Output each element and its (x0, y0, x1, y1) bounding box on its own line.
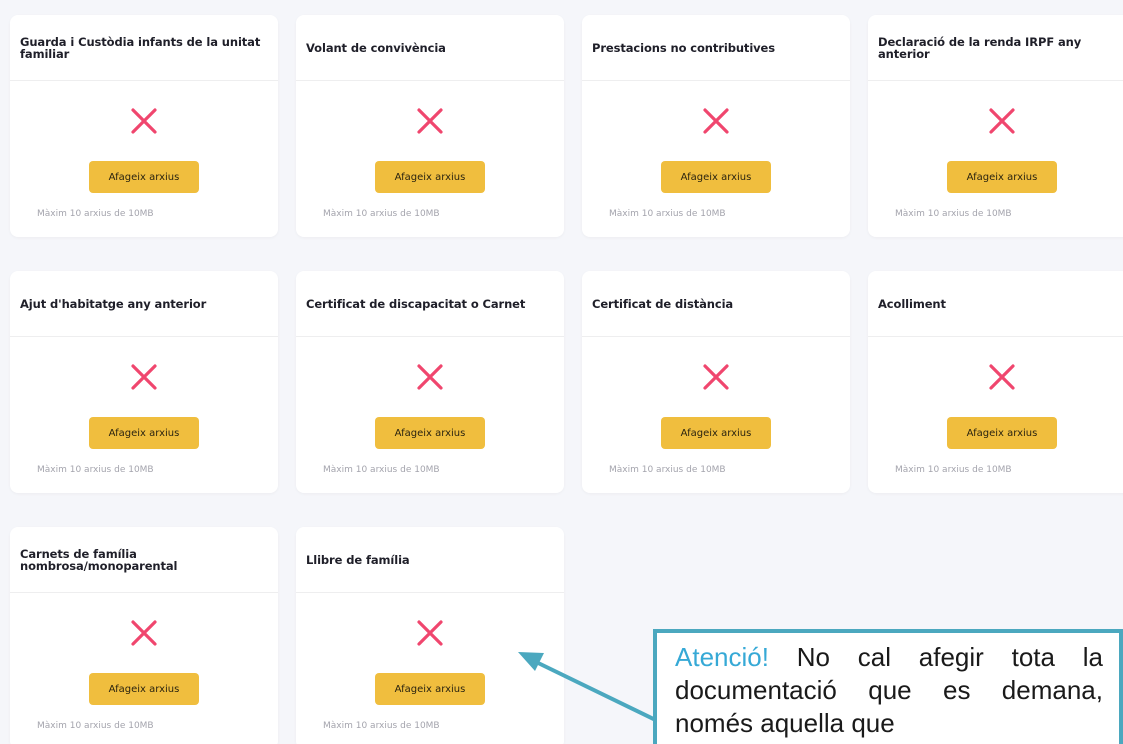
file-limit-text: Màxim 10 arxius de 10MB (37, 465, 154, 475)
card-header: Acolliment (868, 271, 1123, 337)
x-mark-icon (131, 364, 157, 390)
document-card-acolliment: Acolliment Afageix arxius Màxim 10 arxiu… (868, 271, 1123, 493)
document-card-distancia: Certificat de distància Afageix arxius M… (582, 271, 850, 493)
x-mark-icon (703, 108, 729, 134)
document-card-carnets-familia: Carnets de família nombrosa/monoparental… (10, 527, 278, 744)
card-title: Certificat de discapacitat o Carnet (306, 296, 526, 311)
card-header: Certificat de discapacitat o Carnet (296, 271, 564, 337)
card-body: Afageix arxius Màxim 10 arxius de 10MB (868, 337, 1123, 493)
add-files-button[interactable]: Afageix arxius (89, 161, 199, 193)
add-files-button[interactable]: Afageix arxius (661, 417, 771, 449)
add-files-button[interactable]: Afageix arxius (375, 673, 485, 705)
card-title: Volant de convivència (306, 40, 446, 55)
document-card-custodia: Guarda i Custòdia infants de la unitat f… (10, 15, 278, 237)
document-card-volant: Volant de convivència Afageix arxius Màx… (296, 15, 564, 237)
file-limit-text: Màxim 10 arxius de 10MB (895, 465, 1012, 475)
card-title: Guarda i Custòdia infants de la unitat f… (20, 34, 261, 61)
card-body: Afageix arxius Màxim 10 arxius de 10MB (868, 81, 1123, 237)
add-files-button[interactable]: Afageix arxius (375, 161, 485, 193)
add-files-button[interactable]: Afageix arxius (89, 673, 199, 705)
add-files-button[interactable]: Afageix arxius (947, 417, 1057, 449)
add-files-button[interactable]: Afageix arxius (661, 161, 771, 193)
file-limit-text: Màxim 10 arxius de 10MB (323, 465, 440, 475)
callout-lead: Atenció! (675, 642, 769, 672)
card-body: Afageix arxius Màxim 10 arxius de 10MB (10, 337, 278, 493)
file-limit-text: Màxim 10 arxius de 10MB (323, 721, 440, 731)
x-mark-icon (417, 620, 443, 646)
upload-documents-page: Guarda i Custòdia infants de la unitat f… (0, 0, 1123, 744)
card-body: Afageix arxius Màxim 10 arxius de 10MB (296, 337, 564, 493)
document-card-discapacitat: Certificat de discapacitat o Carnet Afag… (296, 271, 564, 493)
card-header: Guarda i Custòdia infants de la unitat f… (10, 15, 278, 81)
document-card-habitatge: Ajut d'habitatge any anterior Afageix ar… (10, 271, 278, 493)
card-header: Certificat de distància (582, 271, 850, 337)
card-header: Llibre de família (296, 527, 564, 593)
file-limit-text: Màxim 10 arxius de 10MB (323, 209, 440, 219)
document-card-llibre-familia: Llibre de família Afageix arxius Màxim 1… (296, 527, 564, 744)
attention-callout: Atenció! No cal afegir tota la documenta… (653, 629, 1123, 744)
card-title: Certificat de distància (592, 296, 734, 311)
card-title: Acolliment (878, 296, 946, 311)
card-body: Afageix arxius Màxim 10 arxius de 10MB (582, 337, 850, 493)
card-header: Ajut d'habitatge any anterior (10, 271, 278, 337)
card-body: Afageix arxius Màxim 10 arxius de 10MB (296, 593, 564, 744)
card-body: Afageix arxius Màxim 10 arxius de 10MB (10, 81, 278, 237)
file-limit-text: Màxim 10 arxius de 10MB (895, 209, 1012, 219)
x-mark-icon (703, 364, 729, 390)
card-body: Afageix arxius Màxim 10 arxius de 10MB (582, 81, 850, 237)
file-limit-text: Màxim 10 arxius de 10MB (609, 209, 726, 219)
card-title: Carnets de família nombrosa/monoparental (20, 546, 178, 573)
add-files-button[interactable]: Afageix arxius (947, 161, 1057, 193)
x-mark-icon (131, 108, 157, 134)
card-body: Afageix arxius Màxim 10 arxius de 10MB (10, 593, 278, 744)
card-body: Afageix arxius Màxim 10 arxius de 10MB (296, 81, 564, 237)
document-card-renda: Declaració de la renda IRPF any anterior… (868, 15, 1123, 237)
x-mark-icon (989, 364, 1015, 390)
card-header: Prestacions no contributives (582, 15, 850, 81)
add-files-button[interactable]: Afageix arxius (375, 417, 485, 449)
x-mark-icon (131, 620, 157, 646)
file-limit-text: Màxim 10 arxius de 10MB (37, 209, 154, 219)
card-title: Prestacions no contributives (592, 40, 776, 55)
card-title: Ajut d'habitatge any anterior (20, 296, 207, 311)
x-mark-icon (417, 364, 443, 390)
x-mark-icon (417, 108, 443, 134)
card-title: Declaració de la renda IRPF any anterior (878, 34, 1082, 61)
x-mark-icon (989, 108, 1015, 134)
card-header: Volant de convivència (296, 15, 564, 81)
add-files-button[interactable]: Afageix arxius (89, 417, 199, 449)
card-title: Llibre de família (306, 552, 410, 567)
file-limit-text: Màxim 10 arxius de 10MB (37, 721, 154, 731)
card-header: Carnets de família nombrosa/monoparental (10, 527, 278, 593)
document-card-prestacions: Prestacions no contributives Afageix arx… (582, 15, 850, 237)
card-header: Declaració de la renda IRPF any anterior (868, 15, 1123, 81)
file-limit-text: Màxim 10 arxius de 10MB (609, 465, 726, 475)
